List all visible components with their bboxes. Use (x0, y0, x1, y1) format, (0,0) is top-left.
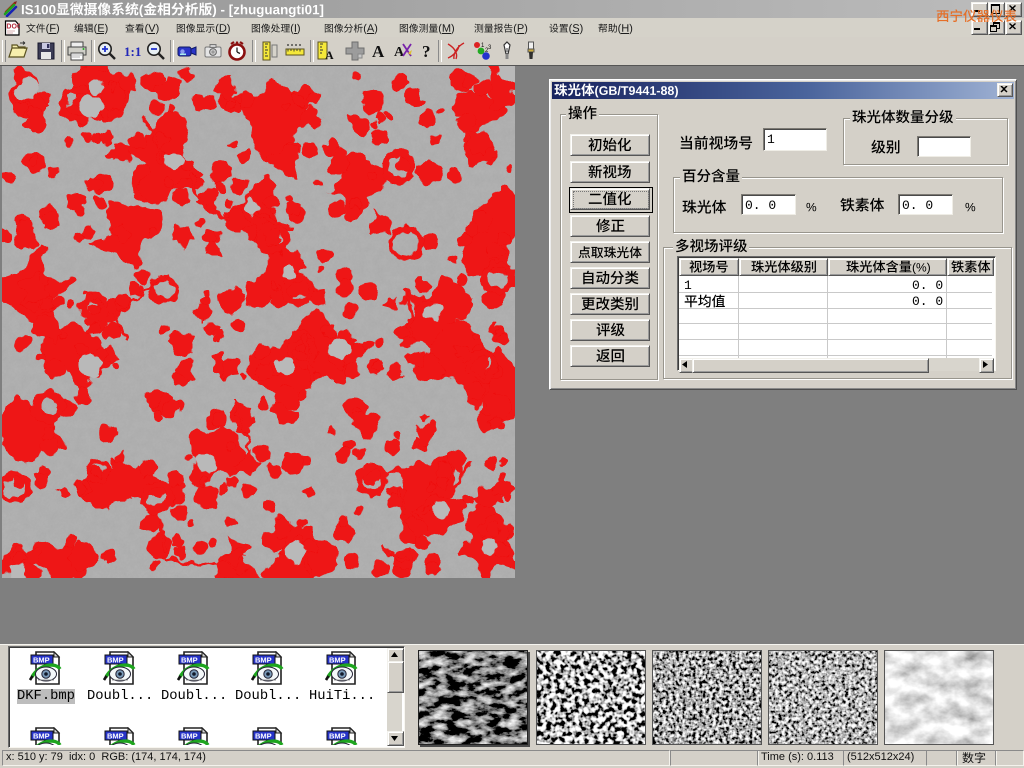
svg-text:BMP: BMP (329, 656, 346, 665)
svg-text:BMP: BMP (33, 732, 50, 741)
svg-text:A: A (325, 48, 334, 62)
svg-text:?: ? (422, 42, 431, 61)
svg-text:DOC: DOC (6, 24, 20, 31)
svg-text:A: A (372, 42, 385, 61)
svg-text:BMP: BMP (181, 732, 198, 741)
svg-text:BMP: BMP (255, 732, 272, 741)
svg-text:BMP: BMP (107, 656, 124, 665)
svg-text:3: 3 (488, 45, 492, 51)
svg-text:BMP: BMP (181, 656, 198, 665)
svg-text:A: A (394, 45, 405, 60)
svg-text:BMP: BMP (255, 656, 272, 665)
svg-text:BMP: BMP (329, 732, 346, 741)
svg-text:BMP: BMP (107, 732, 124, 741)
svg-text:1:1: 1:1 (124, 44, 141, 59)
svg-text:BMP: BMP (33, 656, 50, 665)
